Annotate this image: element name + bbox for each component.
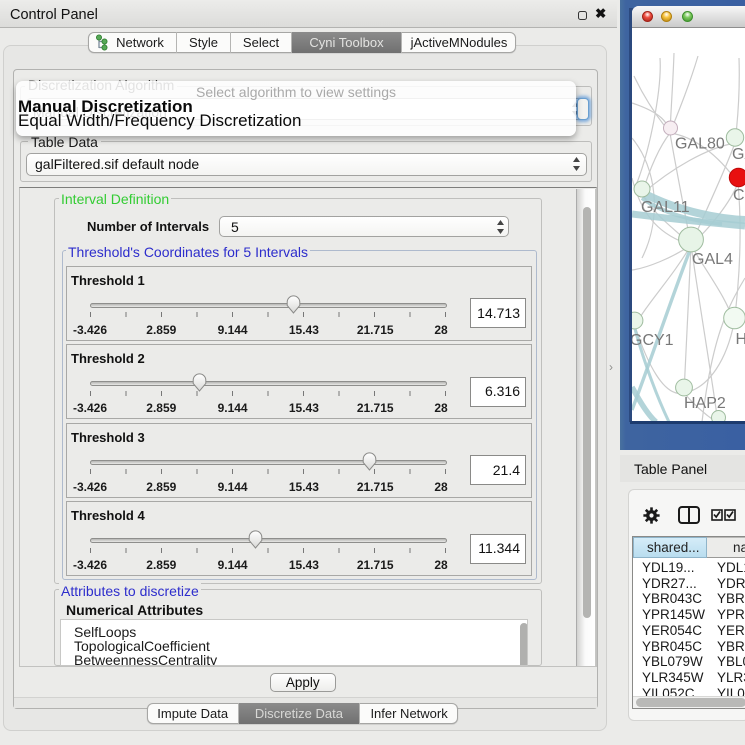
svg-text:GAL11: GAL11: [641, 199, 690, 216]
svg-text:HAP2: HAP2: [684, 395, 726, 412]
svg-text:GA: GA: [732, 146, 745, 163]
svg-text:H: H: [736, 331, 745, 348]
svg-text:C: C: [733, 187, 745, 204]
svg-text:GAL4: GAL4: [692, 251, 733, 268]
svg-text:GAL80: GAL80: [675, 135, 725, 152]
svg-text:GCY1: GCY1: [632, 332, 674, 349]
